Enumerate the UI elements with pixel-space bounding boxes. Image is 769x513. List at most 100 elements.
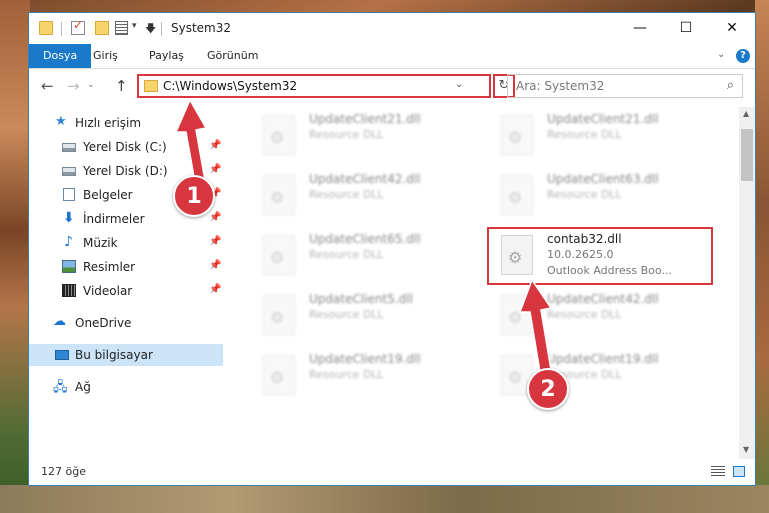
forward-arrow-icon[interactable]: → xyxy=(67,77,80,95)
pictures-icon xyxy=(62,260,76,273)
pin-icon[interactable]: 📌 xyxy=(209,260,221,271)
folder-icon xyxy=(39,21,53,35)
list-item[interactable]: UpdateClient42.dll Resource DLL xyxy=(481,287,711,345)
star-icon: ★ xyxy=(55,114,67,129)
maximize-button[interactable]: ☐ xyxy=(663,13,709,43)
expand-ribbon-icon[interactable]: ⌄ xyxy=(717,49,725,60)
dll-file-icon xyxy=(263,295,295,335)
step-1-marker: 1 xyxy=(173,175,215,217)
sidebar-item-label: İndirmeler xyxy=(83,212,145,226)
sidebar-item-network[interactable]: 🖧 Ağ xyxy=(29,376,223,398)
dll-file-icon xyxy=(263,235,295,275)
status-bar: 127 öğe xyxy=(29,459,755,485)
sidebar-item-this-pc[interactable]: Bu bilgisayar xyxy=(29,344,223,366)
sidebar-item-videos[interactable]: Videolar 📌 xyxy=(29,280,223,302)
new-folder-icon[interactable] xyxy=(95,21,109,35)
details-view-icon[interactable] xyxy=(711,466,725,477)
scroll-down-icon[interactable]: ▼ xyxy=(743,445,749,454)
list-item[interactable]: UpdateClient5.dll Resource DLL xyxy=(243,287,473,345)
pin-icon[interactable]: 📌 xyxy=(209,212,221,223)
file-name: UpdateClient5.dll xyxy=(309,292,413,306)
videos-icon xyxy=(62,284,76,297)
chevron-down-icon[interactable]: ▾ xyxy=(132,21,137,31)
sidebar-item-quick-access[interactable]: ★ Hızlı erişim xyxy=(29,112,223,134)
file-name: UpdateClient19.dll xyxy=(547,352,659,366)
sidebar-item-label: Yerel Disk (D:) xyxy=(83,164,168,178)
sidebar-item-music[interactable]: ♪ Müzik 📌 xyxy=(29,232,223,254)
recent-locations-icon[interactable]: ⌄ xyxy=(87,80,95,90)
file-type: Resource DLL xyxy=(309,308,384,321)
file-name: UpdateClient42.dll xyxy=(309,172,421,186)
pin-icon[interactable]: 📌 xyxy=(209,236,221,247)
minimize-button[interactable]: — xyxy=(617,13,663,43)
sidebar-item-label: Yerel Disk (C:) xyxy=(83,140,167,154)
tab-share[interactable]: Paylaş xyxy=(137,44,196,68)
tab-view[interactable]: Görünüm xyxy=(195,44,270,68)
file-list: UpdateClient21.dll Resource DLL UpdateCl… xyxy=(225,107,737,459)
cloud-icon: ☁ xyxy=(53,314,66,329)
search-icon[interactable]: ⌕ xyxy=(727,78,734,93)
file-name: UpdateClient21.dll xyxy=(547,112,659,126)
sidebar-item-label: Müzik xyxy=(83,236,118,250)
list-item[interactable]: UpdateClient19.dll Resource DLL xyxy=(481,347,711,405)
file-name: UpdateClient21.dll xyxy=(309,112,421,126)
chevron-down-icon[interactable]: ⌄ xyxy=(455,79,463,90)
pin-icon[interactable]: 📌 xyxy=(209,284,221,295)
sidebar-item-pictures[interactable]: Resimler 📌 xyxy=(29,256,223,278)
desktop-background-left xyxy=(0,0,30,513)
list-item[interactable]: UpdateClient63.dll Resource DLL xyxy=(481,167,711,225)
scrollbar-thumb[interactable] xyxy=(741,129,753,181)
properties-icon[interactable] xyxy=(115,21,128,35)
dll-file-icon xyxy=(263,175,295,215)
divider xyxy=(161,22,162,36)
list-item[interactable]: UpdateClient21.dll Resource DLL xyxy=(243,107,473,165)
documents-icon xyxy=(63,188,75,201)
highlight-box xyxy=(487,227,713,285)
close-button[interactable]: ✕ xyxy=(709,13,755,43)
list-item[interactable]: UpdateClient42.dll Resource DLL xyxy=(243,167,473,225)
network-icon: 🖧 xyxy=(53,380,68,395)
dll-file-icon xyxy=(263,115,295,155)
address-path[interactable]: C:\Windows\System32 xyxy=(163,79,297,93)
list-item[interactable]: UpdateClient21.dll Resource DLL xyxy=(481,107,711,165)
large-icons-view-icon[interactable] xyxy=(733,466,745,477)
tab-home[interactable]: Giriş xyxy=(81,44,130,68)
up-arrow-icon[interactable]: ↑ xyxy=(115,77,128,95)
downloads-icon: ⬇ xyxy=(63,210,75,226)
window-title: System32 xyxy=(171,21,232,35)
sidebar-item-label: Hızlı erişim xyxy=(75,116,142,130)
dll-file-icon xyxy=(501,295,533,335)
navigation-pane: ★ Hızlı erişim Yerel Disk (C:) 📌 Yerel D… xyxy=(29,107,223,459)
sidebar-item-local-disk-c[interactable]: Yerel Disk (C:) 📌 xyxy=(29,136,223,158)
folder-icon xyxy=(144,80,158,92)
file-type: Resource DLL xyxy=(309,368,384,381)
back-arrow-icon[interactable]: ← xyxy=(41,77,54,95)
step-2-marker: 2 xyxy=(527,368,569,410)
divider xyxy=(61,22,62,36)
customize-toolbar-icon[interactable]: 🡇 xyxy=(145,20,156,39)
title-bar: ▾ 🡇 System32 — ☐ ✕ xyxy=(29,13,755,44)
help-icon[interactable]: ? xyxy=(736,49,750,63)
computer-icon xyxy=(55,350,69,360)
properties-check-icon[interactable] xyxy=(71,18,85,35)
file-name: UpdateClient65.dll xyxy=(309,232,421,246)
search-input[interactable]: Ara: System32 xyxy=(516,79,604,93)
item-count: 127 öğe xyxy=(41,465,86,478)
desktop-background-right xyxy=(755,0,769,513)
address-bar[interactable]: C:\Windows\System32 ⌄ xyxy=(137,74,491,98)
scroll-up-icon[interactable]: ▲ xyxy=(743,109,749,118)
drive-icon xyxy=(62,143,76,152)
pin-icon[interactable]: 📌 xyxy=(209,140,221,151)
file-name: UpdateClient42.dll xyxy=(547,292,659,306)
sidebar-item-label: Videolar xyxy=(83,284,133,298)
sidebar-item-onedrive[interactable]: ☁ OneDrive xyxy=(29,312,223,334)
pin-icon[interactable]: 📌 xyxy=(209,164,221,175)
desktop-background-bottom xyxy=(0,485,769,513)
list-item[interactable]: UpdateClient65.dll Resource DLL xyxy=(243,227,473,285)
vertical-scrollbar[interactable]: ▲ ▼ xyxy=(739,107,755,459)
list-item[interactable]: UpdateClient19.dll Resource DLL xyxy=(243,347,473,405)
sidebar-item-label: Ağ xyxy=(75,380,91,394)
file-name: UpdateClient19.dll xyxy=(309,352,421,366)
search-box[interactable]: Ara: System32 ⌕ xyxy=(507,74,743,98)
navigation-bar: ← → ⌄ ↑ C:\Windows\System32 ⌄ ↻ Ara: Sys… xyxy=(29,69,755,103)
